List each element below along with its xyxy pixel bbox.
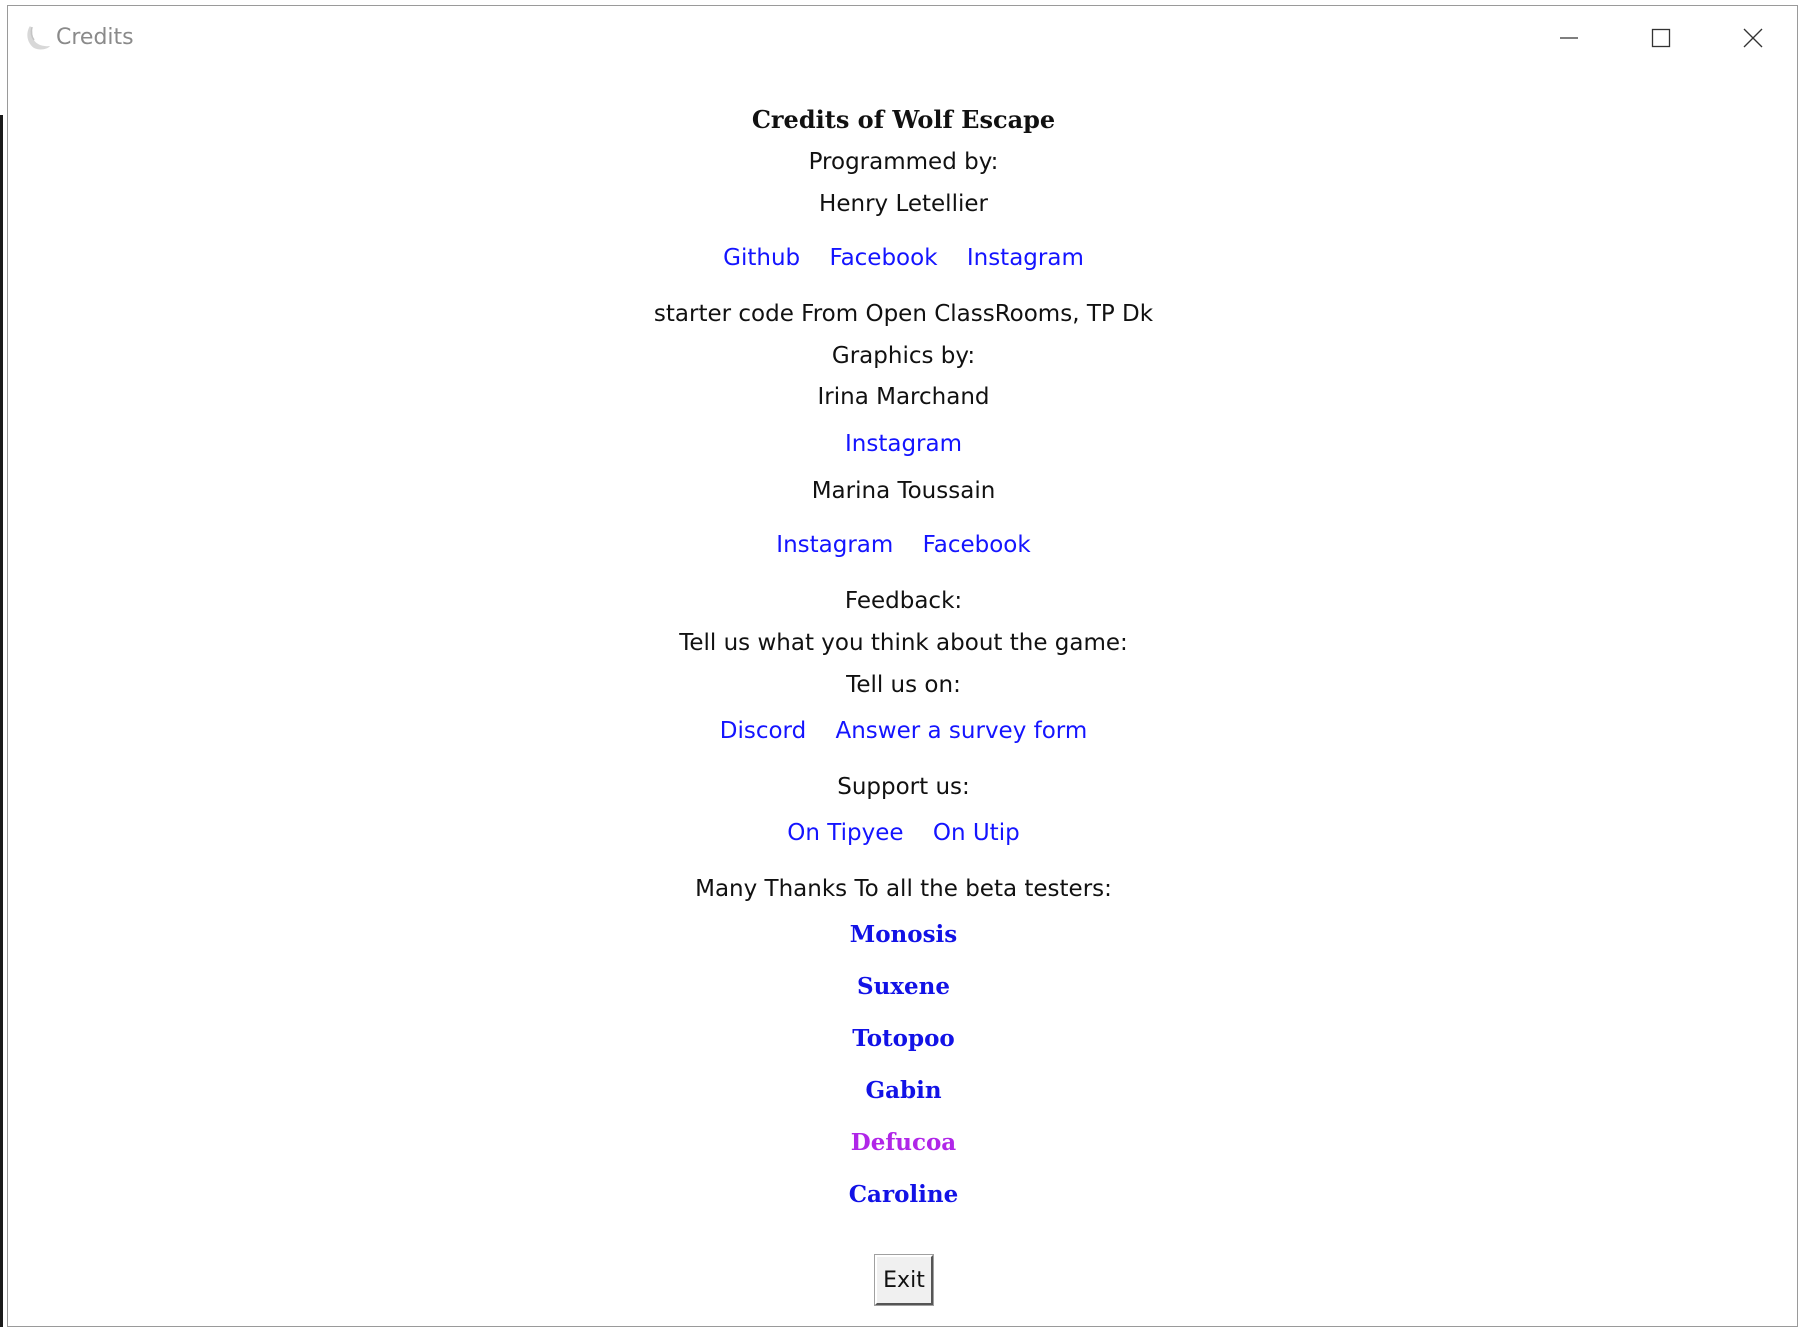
programmer-name: Henry Letellier	[819, 191, 988, 217]
beta-tester-monosis[interactable]: Monosis	[8, 920, 1799, 950]
graphics-by-label: Graphics by:	[831, 343, 976, 369]
credits-window: Credits Credits of Wolf Escape Programme…	[7, 5, 1798, 1327]
thanks-label: Many Thanks To all the beta testers:	[695, 876, 1112, 902]
window-title: Credits	[56, 25, 134, 50]
artist1-links: Instagram	[8, 429, 1799, 459]
utip-link[interactable]: On Utip	[933, 820, 1020, 846]
beta-tester-suxene[interactable]: Suxene	[8, 972, 1799, 1002]
maximize-button[interactable]	[1615, 6, 1707, 70]
minimize-icon	[1560, 37, 1578, 39]
credits-heading: Credits of Wolf Escape	[751, 105, 1056, 134]
artist2-facebook-link[interactable]: Facebook	[923, 532, 1031, 558]
discord-link[interactable]: Discord	[720, 718, 806, 744]
close-button[interactable]	[1707, 6, 1799, 70]
programmer-facebook-link[interactable]: Facebook	[829, 245, 937, 271]
close-icon	[1743, 28, 1763, 48]
starter-code-text: starter code From Open ClassRooms, TP Dk	[653, 301, 1154, 327]
support-label: Support us:	[837, 774, 970, 800]
tipyee-link[interactable]: On Tipyee	[787, 820, 903, 846]
artist1-name: Irina Marchand	[817, 384, 990, 410]
maximize-icon	[1651, 28, 1671, 48]
programmer-instagram-link[interactable]: Instagram	[967, 245, 1084, 271]
feedback-label: Feedback:	[844, 588, 963, 614]
programmer-links: Github Facebook Instagram	[8, 243, 1799, 273]
beta-tester-caroline[interactable]: Caroline	[8, 1180, 1799, 1210]
beta-tester-defucoa[interactable]: Defucoa	[8, 1128, 1799, 1158]
app-feather-icon	[27, 26, 50, 50]
minimize-button[interactable]	[1523, 6, 1615, 70]
artist2-instagram-link[interactable]: Instagram	[776, 532, 893, 558]
feedback-prompt: Tell us what you think about the game:	[679, 630, 1128, 656]
artist1-instagram-link[interactable]: Instagram	[845, 431, 962, 457]
beta-tester-totopoo[interactable]: Totopoo	[8, 1024, 1799, 1054]
survey-form-link[interactable]: Answer a survey form	[836, 718, 1088, 744]
artist2-links: Instagram Facebook	[8, 530, 1799, 560]
programmer-github-link[interactable]: Github	[723, 245, 800, 271]
desktop-edge	[0, 115, 3, 1327]
beta-tester-gabin[interactable]: Gabin	[8, 1076, 1799, 1106]
artist2-name: Marina Toussain	[811, 478, 996, 504]
tell-us-on-label: Tell us on:	[846, 672, 961, 698]
feedback-links: Discord Answer a survey form	[8, 716, 1799, 746]
programmed-by-label: Programmed by:	[808, 149, 999, 175]
exit-button[interactable]: Exit	[874, 1254, 934, 1306]
title-bar[interactable]: Credits	[8, 6, 1797, 70]
support-links: On Tipyee On Utip	[8, 818, 1799, 848]
